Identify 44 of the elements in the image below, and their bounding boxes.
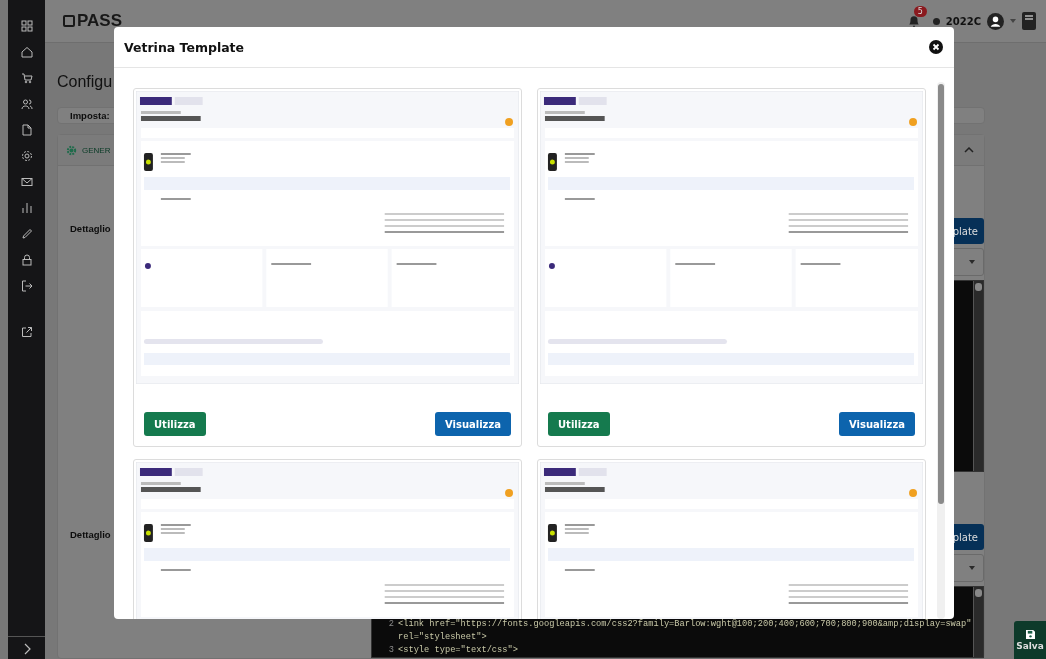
- user-avatar-icon[interactable]: [987, 12, 1004, 30]
- home-icon[interactable]: [20, 46, 33, 58]
- external-link-icon[interactable]: [20, 326, 33, 338]
- caret-icon[interactable]: [1010, 19, 1016, 23]
- pencil-icon[interactable]: [20, 228, 33, 240]
- lock-icon[interactable]: [20, 254, 33, 266]
- settings-icon[interactable]: [20, 150, 33, 162]
- line-number: 3: [387, 644, 395, 657]
- status-dot-icon: [932, 17, 940, 25]
- code-line: <style type="text/css">: [398, 644, 518, 657]
- caret-icon: [969, 260, 975, 264]
- field-label: Dettaglio: [70, 222, 111, 234]
- cart-icon[interactable]: [20, 72, 33, 84]
- chevron-up-icon[interactable]: [964, 147, 974, 153]
- view-button[interactable]: Visualizza: [838, 412, 915, 436]
- caret-icon: [969, 566, 975, 570]
- user-name: 2022C: [945, 15, 981, 27]
- notification-badge: 5: [913, 6, 927, 17]
- logo: PASS: [63, 11, 123, 31]
- code-line: rel="stylesheet">: [398, 631, 487, 644]
- scrollbar[interactable]: [973, 281, 983, 471]
- view-button[interactable]: Visualizza: [434, 412, 511, 436]
- line-number: 2: [387, 618, 395, 631]
- code-line: <link href="https://fonts.googleapis.com/css2?family=Barlow:wght@100;200;400;600;700;800;900&amp;display=swap": [398, 618, 972, 631]
- bell-icon[interactable]: [906, 14, 921, 28]
- use-button[interactable]: Utilizza: [548, 412, 610, 436]
- close-icon[interactable]: [929, 40, 943, 54]
- logout-icon[interactable]: [20, 280, 33, 292]
- scrollbar[interactable]: [937, 82, 945, 619]
- chevron-right-icon[interactable]: [22, 643, 31, 655]
- file-icon[interactable]: [20, 124, 33, 136]
- card-title: Imposta:: [70, 110, 110, 121]
- save-button[interactable]: Salva: [1014, 621, 1046, 659]
- field-label: Dettaglio: [70, 528, 111, 540]
- settings-icon: [66, 144, 77, 156]
- mail-icon[interactable]: [20, 176, 33, 188]
- modal-title: Vetrina Template: [124, 39, 245, 55]
- chart-icon[interactable]: [20, 202, 33, 214]
- page-title: Configu: [57, 72, 114, 92]
- use-button[interactable]: Utilizza: [144, 412, 206, 436]
- users-icon[interactable]: [20, 98, 33, 110]
- grid-icon[interactable]: [20, 20, 33, 32]
- scrollbar[interactable]: [973, 587, 983, 657]
- book-icon[interactable]: [1022, 12, 1036, 30]
